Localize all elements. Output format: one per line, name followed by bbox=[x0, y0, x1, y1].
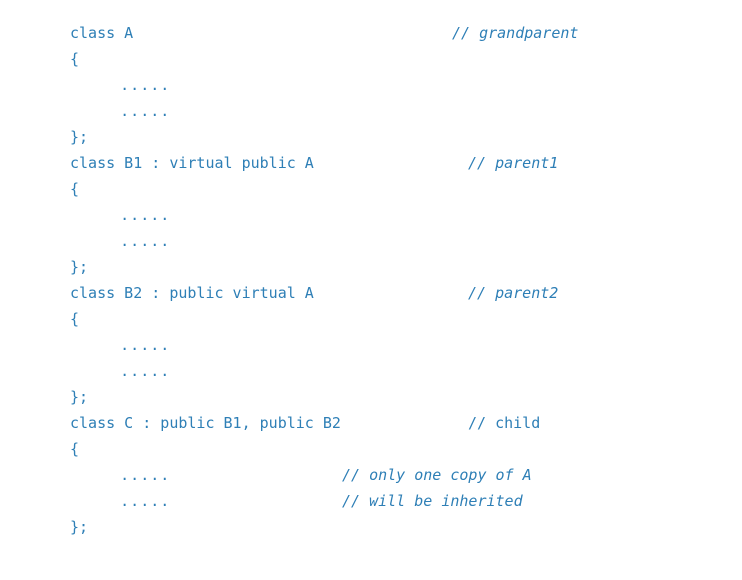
code-line: ..... bbox=[70, 336, 171, 354]
code-line: ..... bbox=[70, 76, 171, 94]
code-line: ..... bbox=[70, 492, 171, 510]
code-line: { bbox=[70, 310, 80, 328]
code-line: { bbox=[70, 50, 80, 68]
code-line: { bbox=[70, 180, 80, 198]
code-line: ..... bbox=[70, 466, 171, 484]
code-line: }; bbox=[70, 128, 89, 146]
code-line: }; bbox=[70, 518, 89, 536]
code-comment: // will be inherited bbox=[342, 492, 523, 510]
code-line: ..... bbox=[70, 206, 171, 224]
code-line: ..... bbox=[70, 362, 171, 380]
code-line: ..... bbox=[70, 232, 171, 250]
code-line: }; bbox=[70, 258, 89, 276]
code-comment: // child bbox=[468, 414, 541, 432]
code-line: class B2 : public virtual A bbox=[70, 284, 314, 302]
code-line: class C : public B1, public B2 bbox=[70, 414, 341, 432]
code-comment: // parent1 bbox=[468, 154, 559, 172]
code-line: ..... bbox=[70, 102, 171, 120]
code-line: { bbox=[70, 440, 80, 458]
document-page: class A // grandparent { ..... ..... }; … bbox=[0, 0, 742, 580]
code-line: class A bbox=[70, 24, 134, 42]
code-comment: // parent2 bbox=[468, 284, 559, 302]
code-comment: // only one copy of A bbox=[342, 466, 532, 484]
code-comment: // grandparent bbox=[452, 24, 579, 42]
code-line: class B1 : virtual public A bbox=[70, 154, 314, 172]
code-line: }; bbox=[70, 388, 89, 406]
